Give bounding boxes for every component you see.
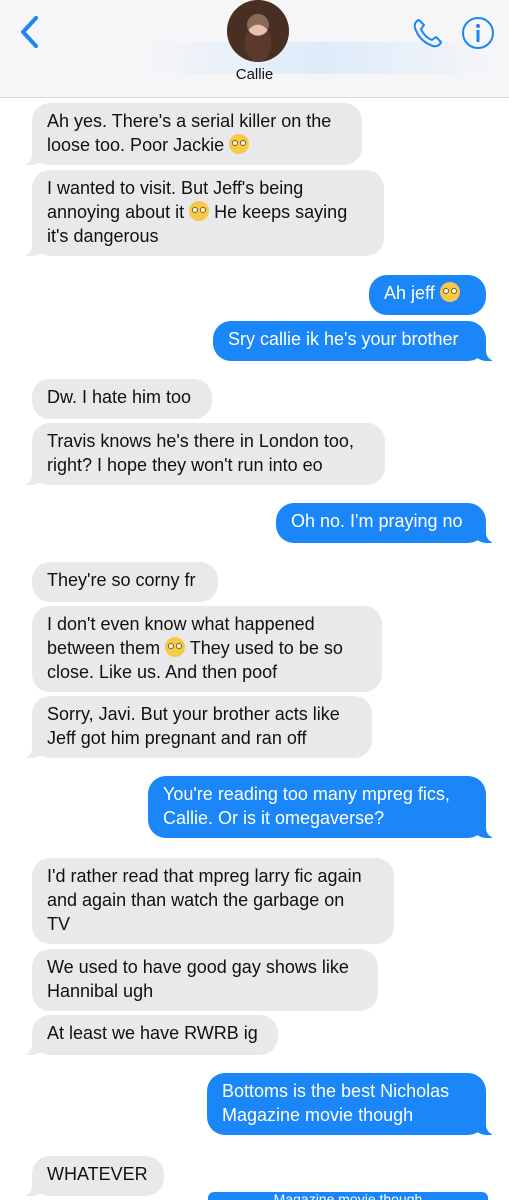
eye-roll-face-icon <box>439 282 460 302</box>
eye-roll-face-icon <box>189 201 210 221</box>
message-bubble-incoming[interactable]: Travis knows he's there in London too, r… <box>22 423 385 485</box>
message-text: Oh no. I'm praying no <box>291 511 463 531</box>
message-bubble-incoming[interactable]: At least we have RWRB ig <box>22 1015 278 1055</box>
message-bubble-outgoing[interactable]: Sry callie ik he's your brother <box>213 321 496 361</box>
info-icon <box>462 17 494 49</box>
avatar[interactable] <box>227 0 289 62</box>
message-text: WHATEVER <box>47 1164 148 1184</box>
message-text: Ah jeff <box>384 283 440 303</box>
message-text: Ah yes. There's a serial killer on the l… <box>47 111 332 155</box>
message-bubble-outgoing[interactable]: Ah jeff <box>369 275 486 315</box>
message-text: Bottoms is the best Nicholas Magazine mo… <box>222 1081 450 1125</box>
message-text: At least we have RWRB ig <box>47 1023 258 1043</box>
message-bubble-incoming[interactable]: Sorry, Javi. But your brother acts like … <box>22 696 372 758</box>
message-bubble-incoming[interactable]: I'd rather read that mpreg larry fic aga… <box>32 858 394 944</box>
message-bubble-outgoing[interactable]: Oh no. I'm praying no <box>276 503 496 543</box>
message-bubble-outgoing-cropped[interactable]: Magazine movie though <box>208 1192 488 1200</box>
phone-button[interactable] <box>410 16 444 50</box>
message-text: I'd rather read that mpreg larry fic aga… <box>47 866 362 934</box>
message-text: Sorry, Javi. But your brother acts like … <box>47 704 340 748</box>
chevron-left-icon <box>21 16 38 48</box>
message-bubble-incoming[interactable]: Dw. I hate him too <box>32 379 212 419</box>
message-bubble-incoming[interactable]: WHATEVER <box>22 1156 164 1196</box>
message-text: You're reading too many mpreg fics, Call… <box>163 784 450 828</box>
message-bubble-incoming[interactable]: Ah yes. There's a serial killer on the l… <box>22 103 362 165</box>
pensive-face-icon <box>229 134 250 154</box>
conversation-header: Callie <box>0 0 509 98</box>
message-text: Magazine movie though <box>273 1192 423 1200</box>
message-bubble-incoming[interactable]: We used to have good gay shows like Hann… <box>32 949 378 1011</box>
message-text: They're so corny fr <box>47 570 196 590</box>
message-bubble-outgoing[interactable]: You're reading too many mpreg fics, Call… <box>148 776 496 838</box>
eye-roll-face-icon <box>165 637 186 657</box>
message-bubble-incoming[interactable]: I wanted to visit. But Jeff's being anno… <box>22 170 384 256</box>
back-button[interactable] <box>14 12 46 52</box>
phone-icon <box>413 19 442 48</box>
info-button[interactable] <box>461 16 495 50</box>
message-bubble-incoming[interactable]: I don't even know what happened between … <box>32 606 382 692</box>
message-bubble-incoming[interactable]: They're so corny fr <box>32 562 218 602</box>
message-text: We used to have good gay shows like Hann… <box>47 957 349 1001</box>
contact-name[interactable]: Callie <box>0 66 509 83</box>
message-text: Travis knows he's there in London too, r… <box>47 431 354 475</box>
message-bubble-outgoing[interactable]: Bottoms is the best Nicholas Magazine mo… <box>207 1073 496 1135</box>
message-text: Dw. I hate him too <box>47 387 192 407</box>
message-text: Sry callie ik he's your brother <box>228 329 459 349</box>
